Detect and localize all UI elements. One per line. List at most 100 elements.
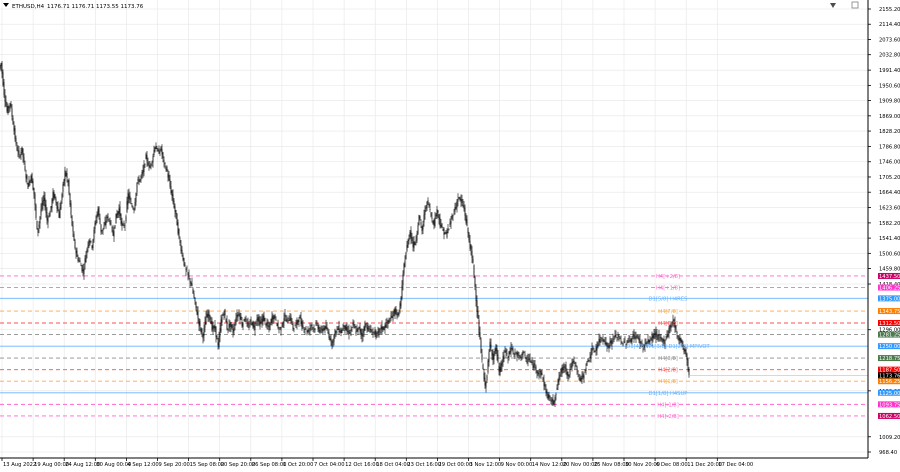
candle-body (411, 230, 412, 238)
candle-body (156, 146, 157, 149)
candle-body (223, 315, 224, 316)
candle-body (114, 231, 115, 237)
candle-body (494, 354, 495, 359)
candle-body (147, 155, 148, 161)
candle-body (492, 350, 493, 356)
candle-body (554, 401, 555, 404)
candle-body (103, 228, 104, 230)
candle-body (561, 370, 562, 372)
candle-body (386, 324, 387, 327)
price-chart[interactable]: H4[+2/8]H4[+1/8]D1[5/8] H4RESH4[7/8]H4[6… (0, 0, 900, 468)
candle-body (464, 206, 465, 209)
candle-body (348, 332, 349, 333)
candle-body (89, 240, 90, 246)
candle-body (152, 162, 153, 163)
candle-body (328, 331, 329, 333)
candle-body (180, 240, 181, 243)
y-tick-label: 1541.40 (879, 236, 900, 242)
candle-body (266, 324, 267, 326)
candle-body (550, 396, 551, 397)
candle-body (573, 361, 574, 363)
y-tick-label: 2155.20 (879, 7, 900, 13)
candle-body (90, 241, 91, 242)
candle-body (330, 337, 331, 340)
x-tick-label: 14 Nov 12:00 (532, 462, 567, 468)
candle-body (389, 319, 390, 322)
candle-body (400, 303, 401, 309)
candle-body (402, 285, 403, 298)
candle-body (254, 324, 255, 327)
candle-body (447, 232, 448, 238)
candle-body (407, 245, 408, 251)
candle-body (576, 365, 577, 366)
chart-window[interactable]: H4[+2/8]H4[+1/8]D1[5/8] H4RESH4[7/8]H4[6… (0, 0, 900, 468)
candle-body (20, 156, 21, 157)
candle-body (21, 152, 22, 155)
candle-body (83, 269, 84, 271)
candle-body (39, 224, 40, 227)
candle-body (143, 170, 144, 173)
candle-body (78, 257, 79, 260)
candle-body (8, 106, 9, 113)
candle-body (617, 337, 618, 338)
x-tick-label: 6 Dec 08:00 (656, 462, 688, 468)
candle-body (2, 63, 3, 74)
candle-body (331, 338, 332, 340)
candle-body (649, 340, 650, 343)
candle-body (399, 313, 400, 315)
candle-body (544, 380, 545, 386)
price-tag-label: 1093.75 (879, 402, 900, 408)
candle-body (151, 164, 152, 165)
candle-body (112, 228, 113, 229)
candle-body (260, 320, 261, 327)
candle-body (615, 335, 616, 337)
candle-body (316, 325, 317, 326)
candle-body (230, 323, 231, 326)
candle-body (637, 335, 638, 336)
candle-body (462, 199, 463, 203)
candle-body (307, 330, 308, 332)
candle-body (62, 194, 63, 200)
candle-body (627, 342, 628, 344)
candle-body (383, 327, 384, 330)
candle-body (191, 282, 192, 284)
candle-body (220, 328, 221, 336)
x-tick-label: 26 Sep 08:00 (252, 462, 287, 468)
candle-body (208, 314, 209, 318)
candle-body (132, 205, 133, 206)
candle-body (172, 190, 173, 196)
candle-body (570, 369, 571, 374)
candle-body (345, 326, 346, 329)
candle-body (363, 334, 364, 336)
candle-body (173, 194, 174, 202)
y-tick-label: 968.40 (879, 450, 897, 456)
candle-body (514, 353, 515, 354)
candle-body (174, 201, 175, 208)
candle-body (405, 260, 406, 267)
candle-body (323, 329, 324, 332)
candle-body (16, 138, 17, 143)
candle-body (36, 205, 37, 218)
candle-body (51, 206, 52, 210)
candle-body (14, 125, 15, 131)
candle-body (3, 72, 4, 85)
y-tick-label: 1950.60 (879, 83, 900, 89)
y-tick-label: 1582.20 (879, 221, 900, 227)
candle-body (468, 228, 469, 233)
candle-body (292, 322, 293, 323)
candle-body (608, 347, 609, 348)
candle-body (214, 326, 215, 328)
candle-body (92, 246, 93, 248)
candle-body (261, 322, 262, 323)
candle-body (30, 181, 31, 182)
candle-body (629, 341, 630, 342)
candle-body (489, 352, 490, 362)
candle-body (395, 308, 396, 314)
candle-body (438, 210, 439, 212)
candle-body (88, 245, 89, 248)
candle-body (528, 359, 529, 360)
x-tick-label: 4 Sep 12:00 (127, 462, 158, 468)
level-label: H4[3/8] (658, 356, 678, 362)
candle-body (540, 371, 541, 372)
candle-body (618, 334, 619, 336)
